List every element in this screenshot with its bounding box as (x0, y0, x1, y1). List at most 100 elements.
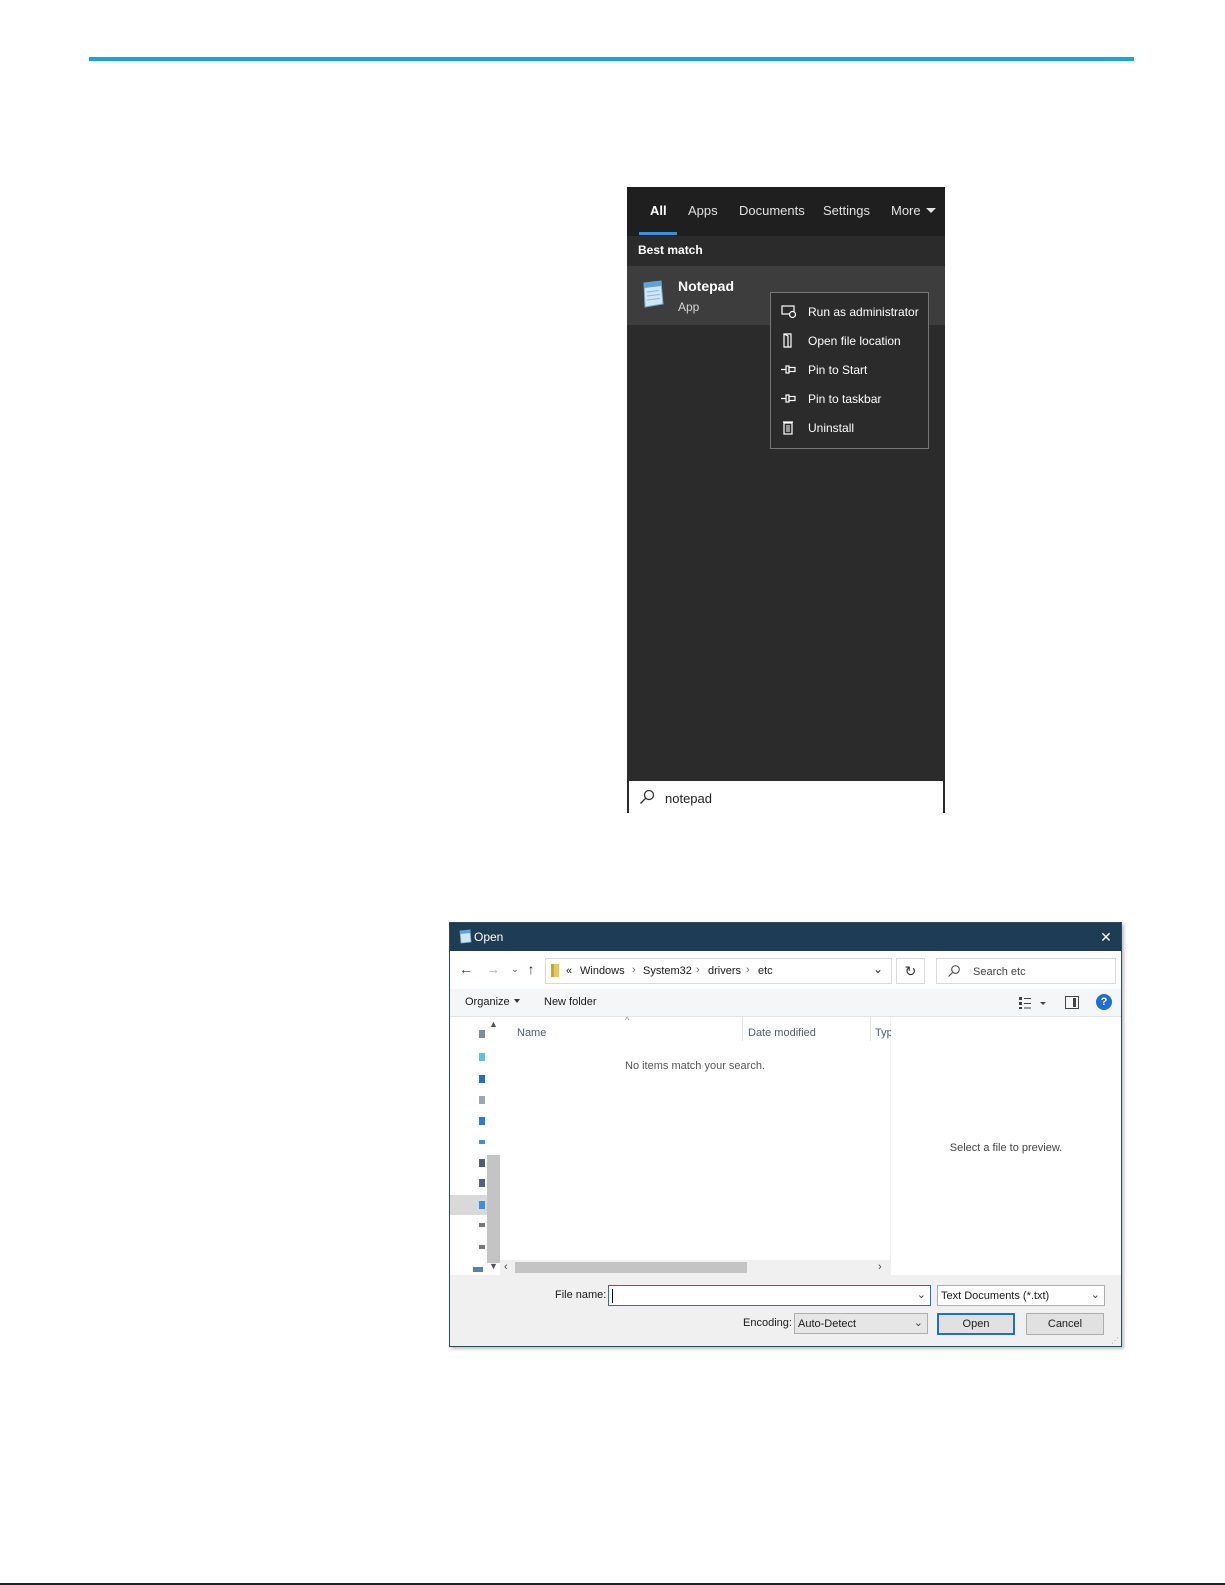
column-divider[interactable] (870, 1017, 871, 1041)
address-bar[interactable]: « Windows › System32 › drivers › etc ⌄ (545, 958, 892, 984)
chevron-right-icon[interactable]: › (878, 1261, 882, 1273)
folder-icon (551, 964, 559, 977)
folder-icon[interactable] (479, 1053, 485, 1061)
tab-apps[interactable]: Apps (688, 203, 718, 218)
file-name-label: File name: (555, 1289, 607, 1301)
file-type-select[interactable]: Text Documents (*.txt) ⌄ (937, 1285, 1105, 1306)
drive-icon[interactable] (479, 1245, 485, 1249)
menu-uninstall[interactable]: Uninstall (771, 413, 928, 442)
result-app-kind: App (678, 300, 700, 314)
pictures-icon[interactable] (479, 1159, 485, 1167)
desktop-icon[interactable] (479, 1075, 485, 1083)
dialog-footer: File name: ⌄ Text Documents (*.txt) ⌄ En… (450, 1275, 1121, 1346)
scrollbar-thumb[interactable] (515, 1262, 747, 1273)
navigation-pane[interactable]: ▲ ▼ (450, 1017, 500, 1275)
menu-pin-to-start[interactable]: Pin to Start (771, 355, 928, 384)
best-match-heading: Best match (638, 243, 703, 257)
chevron-right-icon: › (746, 964, 750, 976)
refresh-icon[interactable]: ↻ (896, 958, 925, 984)
pin-icon (781, 365, 796, 374)
text-cursor (612, 1289, 613, 1303)
organize-label: Organize (465, 996, 510, 1008)
documents-icon[interactable] (479, 1096, 485, 1104)
music-icon[interactable] (479, 1140, 485, 1144)
context-menu: Run as administrator Open file location … (770, 292, 929, 449)
preview-pane-icon[interactable] (1065, 996, 1079, 1009)
menu-item-label: Uninstall (808, 421, 855, 435)
cancel-button[interactable]: Cancel (1026, 1313, 1104, 1335)
tab-all[interactable]: All (650, 203, 667, 218)
tab-settings[interactable]: Settings (823, 203, 870, 218)
forward-arrow-icon[interactable]: → (483, 959, 503, 979)
file-list[interactable]: ^ Name Date modified Typ No items match … (500, 1015, 893, 1275)
open-button[interactable]: Open (937, 1313, 1015, 1335)
dialog-toolbar: Organize New folder ? (450, 989, 1121, 1017)
start-search-box[interactable]: notepad (627, 779, 945, 813)
column-name[interactable]: Name (517, 1027, 546, 1039)
chevron-down-icon[interactable]: ⌄ (917, 1288, 926, 1301)
column-divider[interactable] (742, 1017, 743, 1041)
drive-icon[interactable] (479, 1223, 485, 1227)
back-arrow-icon[interactable]: ← (456, 959, 476, 979)
column-date-modified[interactable]: Date modified (748, 1027, 816, 1039)
notepad-icon (459, 929, 472, 944)
chevron-right-icon: › (696, 964, 700, 976)
tab-documents[interactable]: Documents (739, 203, 805, 218)
folder-search-input[interactable]: Search etc (936, 958, 1116, 984)
header-rule (89, 57, 1134, 61)
chevron-down-icon[interactable]: ⌄ (873, 962, 883, 976)
computer-icon[interactable] (479, 1030, 485, 1038)
navigation-row: ← → ⌄ ↑ « Windows › System32 › drivers ›… (450, 951, 1121, 989)
encoding-label: Encoding: (743, 1317, 792, 1329)
chevron-up-icon[interactable]: ▲ (488, 1019, 499, 1031)
close-icon[interactable]: ✕ (1091, 923, 1121, 951)
breadcrumb-windows[interactable]: Windows (580, 965, 625, 977)
up-arrow-icon[interactable]: ↑ (521, 959, 541, 979)
chevron-left-icon[interactable]: ‹ (504, 1261, 508, 1273)
organize-button[interactable]: Organize (465, 996, 520, 1008)
file-name-input[interactable]: ⌄ (608, 1285, 931, 1306)
pin-icon (781, 394, 796, 403)
file-type-value: Text Documents (*.txt) (941, 1290, 1050, 1302)
new-folder-button[interactable]: New folder (544, 996, 597, 1008)
breadcrumb-drivers[interactable]: drivers (708, 965, 741, 977)
menu-item-label: Pin to Start (808, 363, 868, 377)
encoding-select[interactable]: Auto-Detect ⌄ (794, 1313, 928, 1334)
nav-vertical-scrollbar[interactable]: ▲ ▼ (487, 1017, 500, 1275)
preview-message: Select a file to preview. (949, 1142, 1063, 1154)
tab-more-label: More (891, 203, 921, 218)
sort-caret-icon: ^ (625, 1015, 630, 1025)
network-icon[interactable] (473, 1267, 483, 1272)
videos-icon[interactable] (479, 1179, 485, 1187)
breadcrumb-etc[interactable]: etc (758, 965, 773, 977)
menu-pin-to-taskbar[interactable]: Pin to taskbar (771, 384, 928, 413)
notepad-icon (643, 280, 664, 308)
chevron-down-icon (925, 208, 936, 213)
menu-item-label: Run as administrator (808, 305, 919, 319)
chevron-down-icon: ⌄ (1090, 1289, 1100, 1301)
search-icon (640, 789, 655, 804)
menu-item-label: Open file location (808, 334, 901, 348)
chevron-down-icon[interactable]: ▼ (488, 1261, 499, 1273)
help-icon[interactable]: ? (1096, 994, 1112, 1010)
horizontal-scrollbar[interactable]: ‹ › (500, 1260, 890, 1275)
dialog-title-bar: Open ✕ (450, 923, 1121, 951)
menu-item-label: Pin to taskbar (808, 392, 882, 406)
breadcrumb-overflow[interactable]: « (566, 965, 572, 977)
view-options-icon[interactable] (1018, 996, 1048, 1010)
breadcrumb-system32[interactable]: System32 (643, 965, 692, 977)
dialog-title: Open (474, 930, 504, 944)
search-tabs-bar: All Apps Documents Settings More (627, 187, 945, 236)
result-app-name: Notepad (678, 278, 734, 294)
menu-run-as-administrator[interactable]: Run as administrator (771, 297, 928, 326)
open-file-dialog: Open ✕ ← → ⌄ ↑ « Windows › System32 › dr… (449, 922, 1122, 1347)
resize-grip-icon[interactable]: ⋰ (1111, 1336, 1119, 1345)
start-search-panel: All Apps Documents Settings More Best ma… (627, 187, 945, 813)
drive-icon[interactable] (479, 1201, 485, 1209)
tab-more[interactable]: More (891, 203, 936, 218)
downloads-icon[interactable] (479, 1117, 485, 1125)
search-placeholder: Search etc (973, 966, 1026, 978)
scrollbar-thumb[interactable] (487, 1155, 500, 1263)
menu-open-file-location[interactable]: Open file location (771, 326, 928, 355)
chevron-down-icon (513, 999, 520, 1003)
